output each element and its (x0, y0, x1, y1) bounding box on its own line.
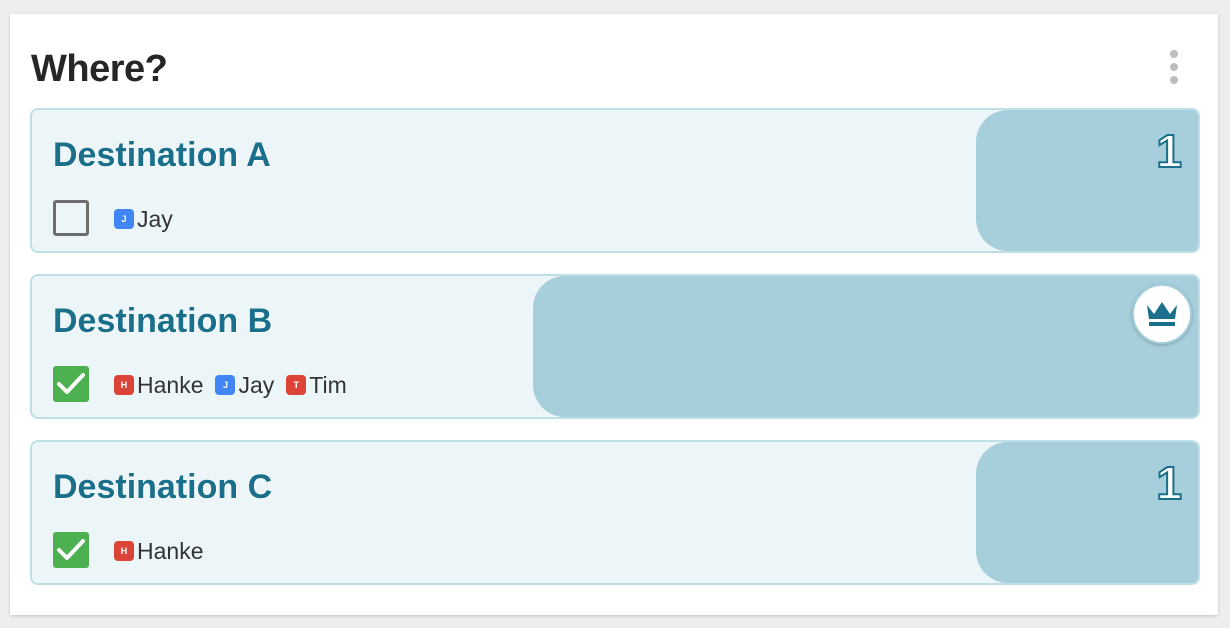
avatar: J (114, 209, 134, 229)
avatar: H (114, 541, 134, 561)
crown-icon (1132, 284, 1192, 344)
voter-name: Jay (238, 371, 275, 398)
poll-option-destination-b[interactable]: Destination B H Hanke J Jay T Tim (30, 274, 1200, 419)
voter-name: Hanke (137, 371, 204, 398)
vote-checkbox[interactable] (53, 366, 89, 402)
avatar: T (286, 375, 307, 395)
more-vertical-icon[interactable] (1168, 50, 1180, 84)
vote-count: 1 (1155, 124, 1183, 178)
option-name: Destination C (53, 468, 273, 506)
option-name: Destination A (53, 136, 271, 174)
vote-bar (533, 276, 1198, 417)
avatar: H (114, 375, 134, 395)
vote-checkbox[interactable] (53, 532, 89, 568)
avatar: J (215, 375, 236, 395)
voter-name: Jay (137, 205, 173, 232)
checkmark-icon (57, 373, 85, 394)
voter: H Hanke (114, 372, 203, 399)
checkmark-icon (57, 539, 85, 560)
voter-list: H Hanke (114, 538, 215, 564)
voter: T Tim (286, 371, 347, 399)
voter: J Jay (114, 206, 173, 233)
poll-title: Where? (31, 48, 168, 90)
voter: H Hanke (114, 538, 203, 565)
option-name: Destination B (53, 302, 273, 340)
poll-option-destination-a[interactable]: Destination A J Jay 1 (30, 108, 1200, 253)
poll-card: Where? Destination A J Jay 1 Destination… (10, 14, 1218, 615)
vote-count: 1 (1155, 456, 1183, 510)
voter-list: J Jay (114, 206, 185, 232)
voter-name: Hanke (137, 537, 204, 564)
voter-name: Tim (309, 371, 347, 398)
vote-checkbox[interactable] (53, 200, 89, 236)
poll-option-destination-c[interactable]: Destination C H Hanke 1 (30, 440, 1200, 585)
voter-list: H Hanke J Jay T Tim (114, 372, 359, 398)
voter: J Jay (215, 372, 274, 399)
